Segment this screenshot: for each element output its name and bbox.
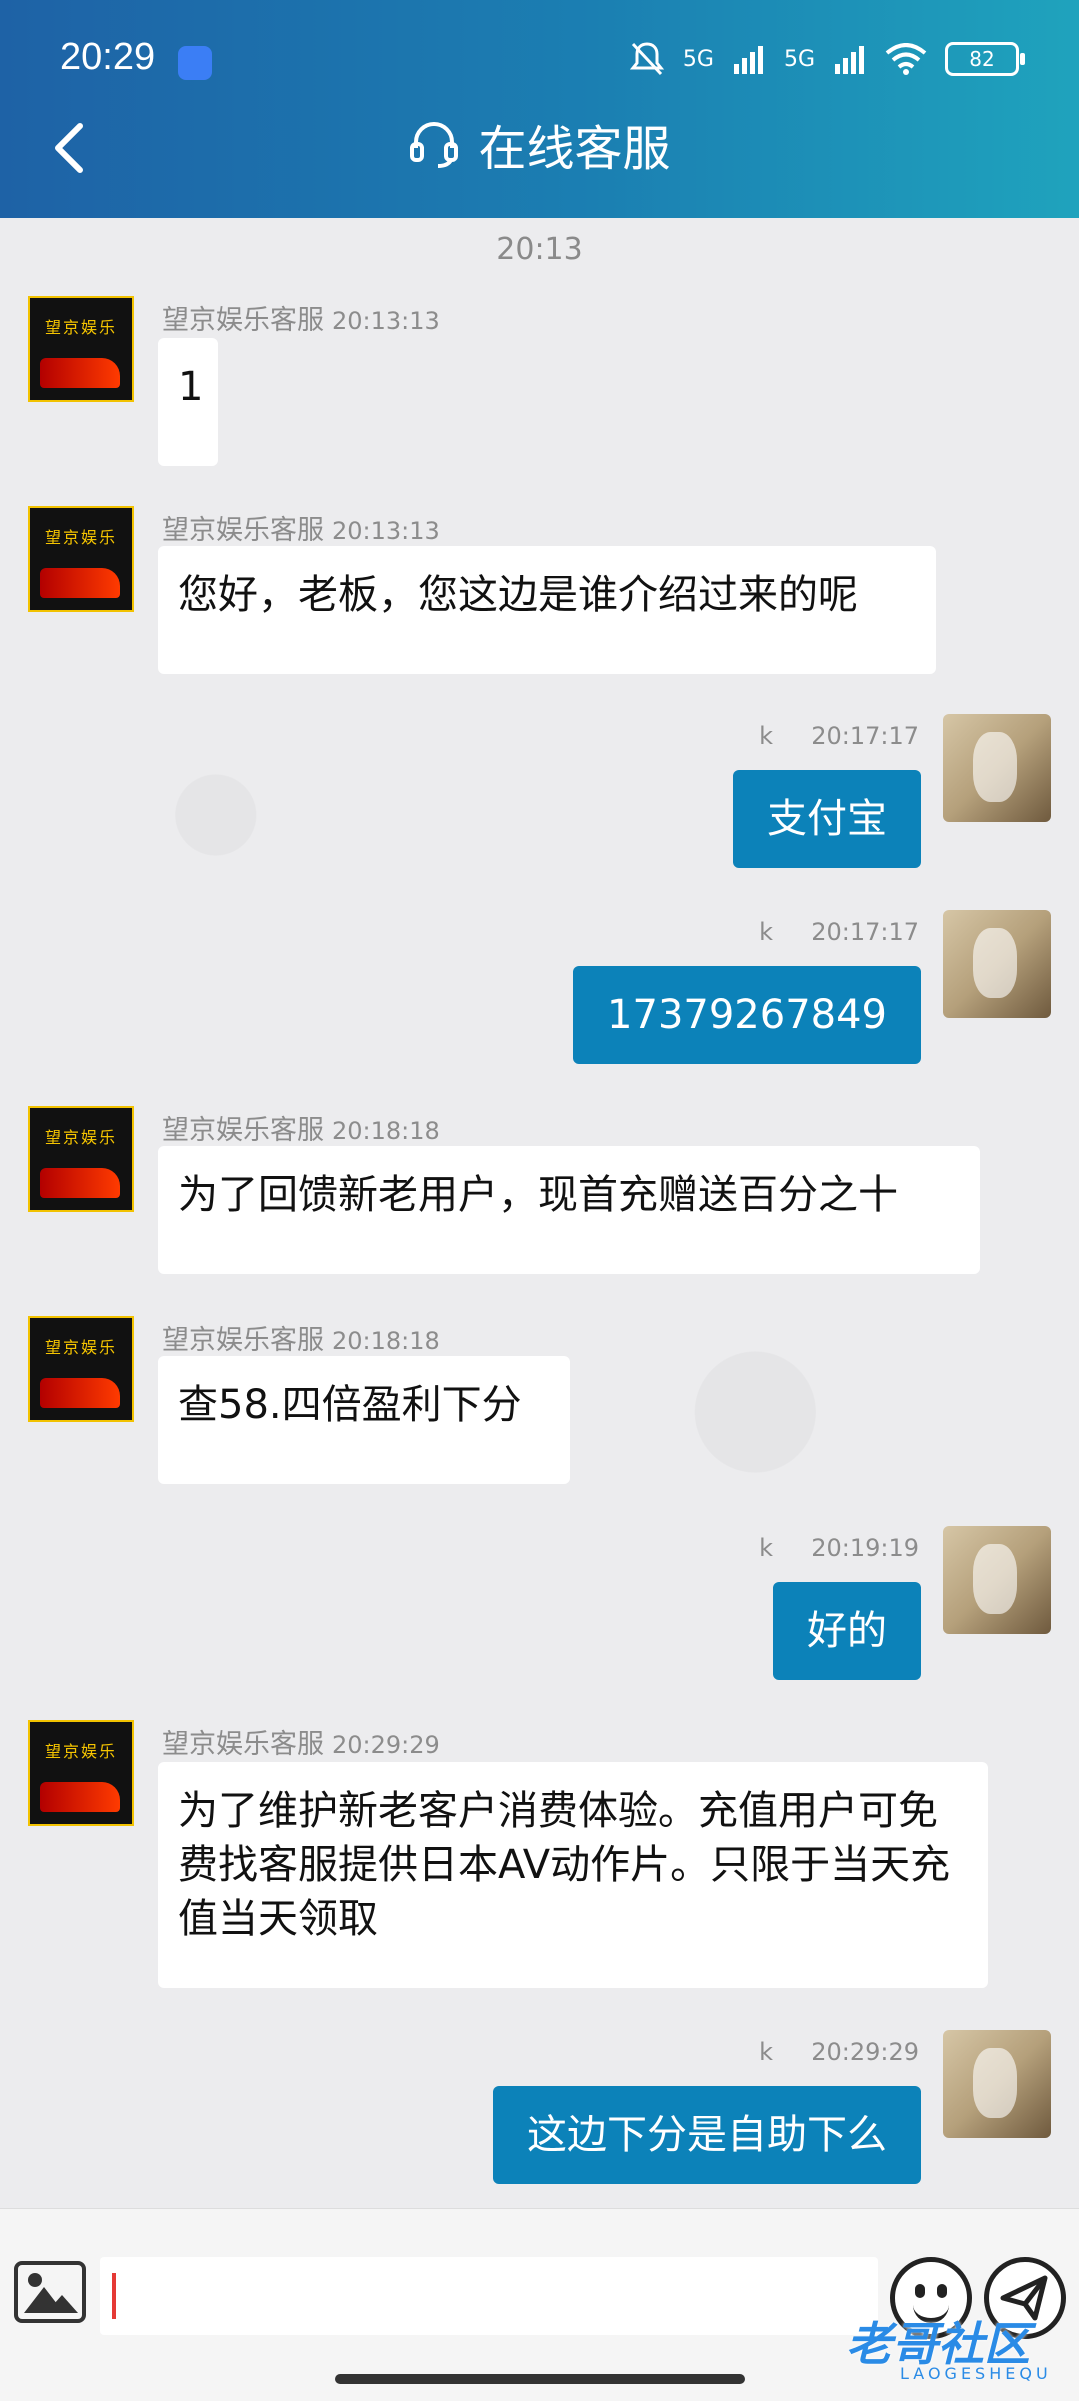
message-meta: 望京娱乐客服 20:29:29 — [162, 1722, 440, 1761]
agent-avatar[interactable]: 望京娱乐 — [28, 1720, 134, 1826]
message-bubble-incoming[interactable]: 为了回馈新老用户，现首充赠送百分之十 — [158, 1146, 980, 1274]
time-divider: 20:13 — [496, 232, 583, 267]
sender-name: k — [759, 722, 774, 750]
watermark-subtext: LAOGESHEQU — [900, 2364, 1052, 2383]
message-time: 20:17:17 — [811, 918, 919, 946]
agent-avatar[interactable]: 望京娱乐 — [28, 1106, 134, 1212]
message-time: 20:17:17 — [811, 722, 919, 750]
avatar-logo-graphic — [40, 1168, 120, 1198]
text-caret — [112, 2273, 116, 2319]
message-bubble-incoming[interactable]: 查58.四倍盈利下分 — [158, 1356, 570, 1484]
avatar-logo-text: 望京娱乐 — [44, 1742, 117, 1761]
message-time: 20:18:18 — [332, 1117, 440, 1145]
message-time: 20:13:13 — [332, 517, 440, 545]
signal-2-label: 5G — [783, 46, 815, 72]
message-bubble-incoming[interactable]: 您好，老板，您这边是谁介绍过来的呢 — [158, 546, 936, 674]
message-meta: k 20:19:19 — [759, 1534, 919, 1562]
signal-bars-icon — [733, 46, 763, 74]
message-meta: 望京娱乐客服 20:13:13 — [162, 298, 440, 337]
sender-name: k — [759, 918, 774, 946]
message-meta: k 20:17:17 — [759, 918, 919, 946]
avatar-logo-graphic — [40, 1378, 120, 1408]
app-header: 在线客服 — [0, 110, 1079, 218]
signal-bars-icon — [835, 46, 864, 74]
sender-name: 望京娱乐客服 — [162, 515, 324, 546]
avatar-logo-graphic — [40, 358, 120, 388]
message-input[interactable] — [100, 2257, 878, 2335]
message-meta: 望京娱乐客服 20:18:18 — [162, 1108, 440, 1147]
avatar-logo-text: 望京娱乐 — [44, 1338, 117, 1357]
avatar-logo-text: 望京娱乐 — [44, 528, 117, 547]
message-time: 20:13:13 — [332, 307, 440, 335]
user-avatar[interactable] — [943, 910, 1051, 1018]
message-meta: k 20:17:17 — [759, 722, 919, 750]
message-meta: 望京娱乐客服 20:18:18 — [162, 1318, 440, 1357]
avatar-logo-graphic — [40, 1782, 120, 1812]
sender-name: 望京娱乐客服 — [162, 305, 324, 336]
message-meta: 望京娱乐客服 20:13:13 — [162, 508, 440, 547]
avatar-logo-text: 望京娱乐 — [44, 318, 117, 337]
message-meta: k 20:29:29 — [759, 2038, 919, 2066]
header-title-group: 在线客服 — [0, 110, 1079, 178]
user-avatar[interactable] — [943, 1526, 1051, 1634]
message-time: 20:18:18 — [332, 1327, 440, 1355]
mute-bell-icon — [629, 42, 665, 76]
message-time: 20:29:29 — [811, 2038, 919, 2066]
page-title: 在线客服 — [478, 121, 671, 177]
app-notification-icon — [178, 46, 212, 80]
home-indicator[interactable] — [335, 2374, 745, 2384]
image-picker-icon[interactable] — [14, 2261, 86, 2323]
agent-avatar[interactable]: 望京娱乐 — [28, 296, 134, 402]
user-avatar[interactable] — [943, 714, 1051, 822]
message-bubble-outgoing[interactable]: 支付宝 — [733, 770, 921, 868]
sender-name: 望京娱乐客服 — [162, 1729, 324, 1760]
wifi-icon — [885, 43, 927, 75]
sender-name: 望京娱乐客服 — [162, 1115, 324, 1146]
message-bubble-incoming[interactable]: 1 — [158, 338, 218, 466]
signal-1-label: 5G — [682, 46, 714, 72]
status-time: 20:29 — [60, 36, 156, 78]
avatar-logo-graphic — [40, 568, 120, 598]
agent-avatar[interactable]: 望京娱乐 — [28, 506, 134, 612]
message-bubble-outgoing[interactable]: 这边下分是自助下么 — [493, 2086, 921, 2184]
status-icons: 5G 5G 82 — [629, 40, 1025, 78]
message-bubble-outgoing[interactable]: 好的 — [773, 1582, 921, 1680]
chat-area[interactable]: 20:13 望京娱乐 望京娱乐客服 20:13:13 1 望京娱乐 望京娱乐客服 2… — [0, 218, 1079, 2208]
message-time: 20:19:19 — [811, 1534, 919, 1562]
message-bubble-outgoing[interactable]: 17379267849 — [573, 966, 921, 1064]
sender-name: k — [759, 2038, 774, 2066]
sender-name: 望京娱乐客服 — [162, 1325, 324, 1356]
avatar-logo-text: 望京娱乐 — [44, 1128, 117, 1147]
agent-avatar[interactable]: 望京娱乐 — [28, 1316, 134, 1422]
battery-indicator: 82 — [945, 42, 1025, 76]
message-time: 20:29:29 — [332, 1731, 440, 1759]
message-bubble-incoming[interactable]: 为了维护新老客户消费体验。充值用户可免费找客服提供日本AV动作片。只限于当天充值… — [158, 1762, 988, 1988]
user-avatar[interactable] — [943, 2030, 1051, 2138]
headset-icon — [410, 122, 459, 168]
sender-name: k — [759, 1534, 774, 1562]
